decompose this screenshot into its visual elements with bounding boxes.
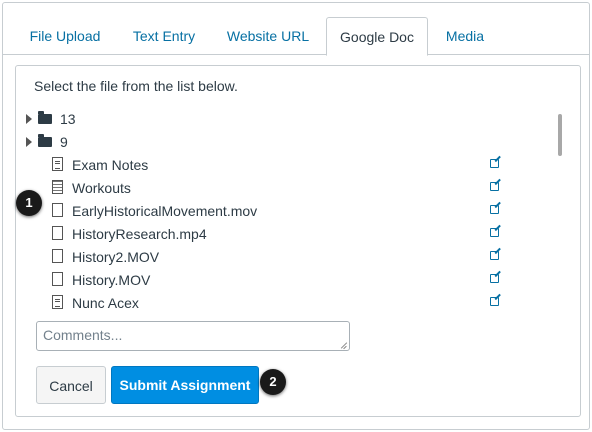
file-list-scrollbar[interactable] — [558, 114, 562, 156]
cancel-button[interactable]: Cancel — [36, 366, 106, 404]
external-link-icon[interactable] — [490, 228, 499, 237]
spreadsheet-icon — [52, 180, 63, 194]
file-row[interactable]: EarlyHistoricalMovement.mov — [26, 200, 566, 222]
file-name: History.MOV — [72, 272, 151, 288]
file-row[interactable]: Exam Notes — [26, 154, 566, 176]
instructions-text: Select the file from the list below. — [34, 78, 238, 94]
external-link-icon[interactable] — [490, 297, 499, 306]
callout-marker-2: 2 — [260, 369, 286, 395]
folder-name: 9 — [60, 134, 68, 150]
submission-dialog: File Upload Text Entry Website URL Googl… — [2, 2, 590, 430]
submit-assignment-button[interactable]: Submit Assignment — [111, 366, 259, 404]
folder-row[interactable]: 9 — [26, 131, 566, 153]
file-icon — [52, 272, 63, 286]
file-row[interactable]: Nunc Acex — [26, 292, 566, 310]
tab-media[interactable]: Media — [431, 17, 499, 55]
google-doc-panel: Select the file from the list below. 13 … — [15, 65, 581, 417]
file-name: Nunc Acex — [72, 295, 139, 310]
external-link-icon[interactable] — [490, 159, 499, 168]
file-icon — [52, 249, 63, 263]
external-link-icon[interactable] — [490, 205, 499, 214]
document-icon — [52, 295, 63, 309]
file-row[interactable]: History2.MOV — [26, 246, 566, 268]
tab-file-upload[interactable]: File Upload — [15, 17, 115, 55]
comments-field[interactable] — [36, 321, 350, 351]
folder-icon — [38, 134, 52, 147]
file-name: History2.MOV — [72, 249, 160, 265]
file-name: HistoryResearch.mp4 — [72, 226, 207, 242]
expand-caret-icon[interactable] — [26, 137, 32, 147]
folder-icon — [38, 111, 52, 124]
external-link-icon[interactable] — [490, 251, 499, 260]
file-name: EarlyHistoricalMovement.mov — [72, 203, 258, 219]
tab-text-entry[interactable]: Text Entry — [118, 17, 210, 55]
file-list[interactable]: 13 9 Exam Notes Workouts EarlyHistorical… — [26, 108, 566, 310]
file-row[interactable]: History.MOV — [26, 269, 566, 291]
tab-website-url[interactable]: Website URL — [213, 17, 323, 55]
external-link-icon[interactable] — [490, 274, 499, 283]
tab-google-doc[interactable]: Google Doc — [326, 17, 428, 56]
folder-row[interactable]: 13 — [26, 108, 566, 130]
document-icon — [52, 157, 63, 171]
file-row[interactable]: HistoryResearch.mp4 — [26, 223, 566, 245]
external-link-icon[interactable] — [490, 182, 499, 191]
file-name: Exam Notes — [72, 157, 149, 173]
submission-tabs: File Upload Text Entry Website URL Googl… — [3, 3, 589, 56]
folder-name: 13 — [60, 111, 76, 127]
file-icon — [52, 226, 63, 240]
file-row[interactable]: Workouts — [26, 177, 566, 199]
resize-grip-icon[interactable] — [340, 341, 348, 349]
expand-caret-icon[interactable] — [26, 114, 32, 124]
file-icon — [52, 203, 63, 217]
callout-marker-1: 1 — [16, 190, 42, 216]
file-name: Workouts — [72, 180, 131, 196]
